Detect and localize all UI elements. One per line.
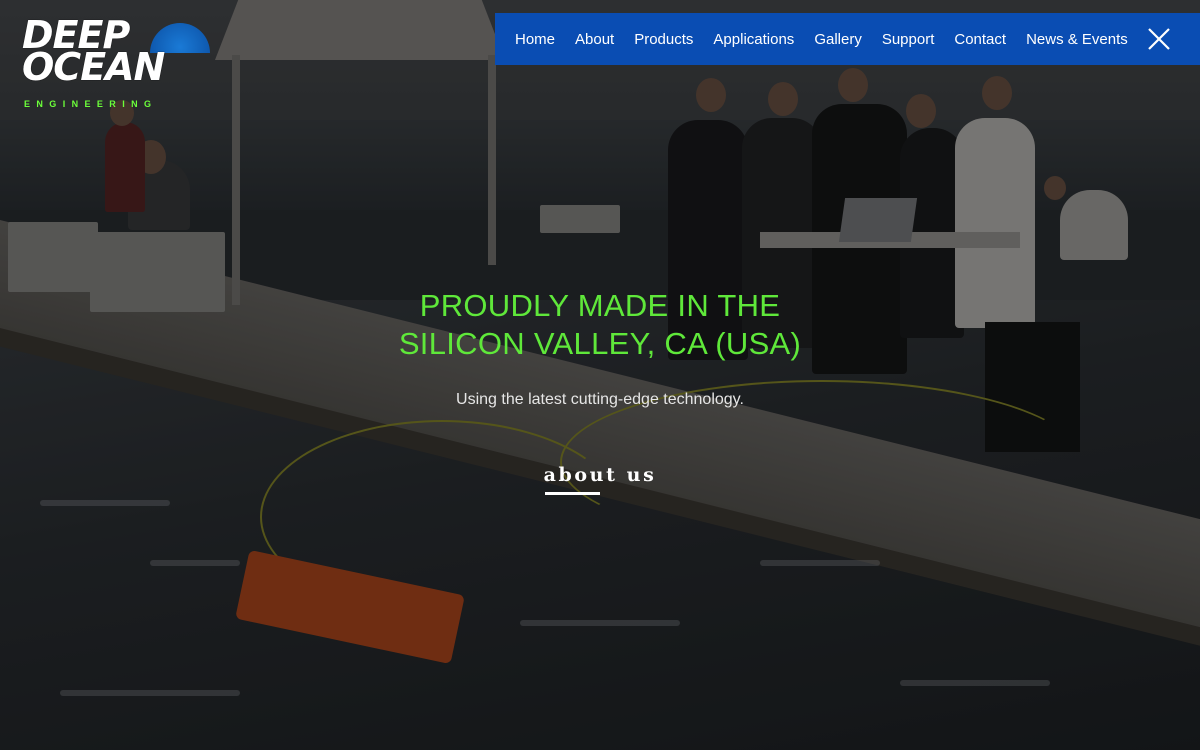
logo-tagline: ENGINEERING	[24, 99, 158, 109]
about-us-underline	[545, 492, 600, 495]
nav-item-contact[interactable]: Contact	[944, 31, 1016, 48]
nav-item-applications[interactable]: Applications	[703, 31, 804, 48]
nav-item-about[interactable]: About	[565, 31, 624, 48]
hero-subline: Using the latest cutting-edge technology…	[456, 391, 744, 408]
hero-background-photo	[0, 0, 1200, 750]
site-logo[interactable]: DEEP OCEAN ENGINEERING	[22, 16, 210, 109]
nav-item-support[interactable]: Support	[872, 31, 945, 48]
nav-item-home[interactable]: Home	[505, 31, 565, 48]
logo-line-ocean: OCEAN	[22, 45, 165, 89]
about-us-button[interactable]: about us	[500, 464, 700, 486]
nav-item-gallery[interactable]: Gallery	[804, 31, 872, 48]
main-navigation: Home About Products Applications Gallery…	[495, 13, 1200, 65]
nav-item-news-events[interactable]: News & Events	[1016, 31, 1138, 48]
hero-headline-line-2: SILICON VALLEY, CA (USA)	[398, 326, 802, 361]
close-icon[interactable]	[1146, 26, 1172, 52]
nav-item-products[interactable]: Products	[624, 31, 703, 48]
hero-headline-line-1: PROUDLY MADE IN THE	[419, 288, 781, 323]
hero-section: DEEP OCEAN ENGINEERING Home About Produc…	[0, 0, 1200, 750]
hero-headline: PROUDLY MADE IN THE SILICON VALLEY, CA (…	[300, 287, 900, 363]
